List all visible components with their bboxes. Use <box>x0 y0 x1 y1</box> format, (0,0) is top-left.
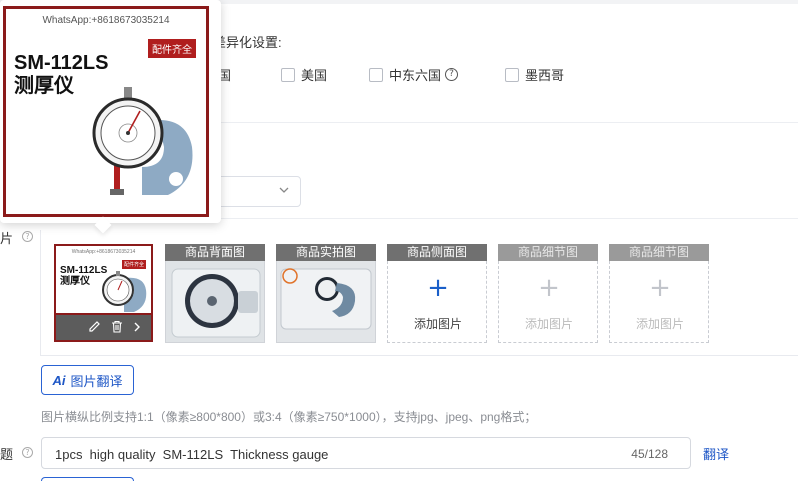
accessory-badge: 配件齐全 <box>148 39 196 58</box>
upload-dropzone[interactable]: + 添加图片 <box>387 261 487 343</box>
checkbox[interactable] <box>369 67 383 82</box>
diff-settings-label: 差异化设置: <box>213 35 282 50</box>
watermark-text: WhatsApp:+8618673035214 <box>71 249 136 255</box>
model-title: SM-112LS <box>14 52 109 74</box>
country-option-mexico[interactable]: 墨西哥 <box>505 65 564 84</box>
chevron-down-icon <box>279 185 289 198</box>
plus-icon: + <box>538 273 560 303</box>
ai-icon: Ai <box>52 372 66 388</box>
slot-label: 商品实拍图 <box>276 244 376 261</box>
slot-label: 商品侧面图 <box>387 244 487 261</box>
translate-link[interactable]: 翻译 <box>703 444 729 463</box>
watermark-text: WhatsApp:+8618673035214 <box>42 15 170 26</box>
country-label: 美国 <box>301 68 328 83</box>
checkbox[interactable] <box>281 67 295 82</box>
help-icon[interactable]: ? <box>22 447 33 458</box>
preview-image: WhatsApp:+8618673035214 配件齐全 SM-112LS 测厚… <box>3 6 209 217</box>
product-photo <box>276 261 376 343</box>
add-image-text: 添加图片 <box>524 317 573 331</box>
plus-icon: + <box>427 273 449 303</box>
image-slot-back[interactable]: 商品背面图 <box>165 244 265 343</box>
help-icon[interactable]: ? <box>445 68 459 81</box>
country-label: 墨西哥 <box>525 68 565 83</box>
image-preview-popup: WhatsApp:+8618673035214 配件齐全 SM-112LS 测厚… <box>0 0 221 223</box>
add-image-text: 添加图片 <box>635 317 684 331</box>
slot-label: 商品细节图 <box>498 244 598 261</box>
title-value: 1pcs high quality SM-112LS Thickness gau… <box>55 447 329 462</box>
images-field-label: 片 <box>0 231 14 246</box>
edit-icon[interactable] <box>88 320 101 336</box>
plus-icon: + <box>649 273 671 303</box>
image-slot-detail-1: 商品细节图 + 添加图片 <box>498 244 598 343</box>
country-option-middle-east[interactable]: 中东六国 ? <box>369 65 459 84</box>
upload-dropzone: + 添加图片 <box>609 261 709 343</box>
product-type: 测厚仪 <box>14 75 74 97</box>
checkbox[interactable] <box>505 67 519 82</box>
image-slot-side[interactable]: 商品侧面图 + 添加图片 <box>387 244 487 343</box>
gauge-illustration <box>92 87 193 195</box>
title-field-label: 题 <box>0 447 14 462</box>
thumbnail-toolbar <box>54 315 153 342</box>
add-image-text: 添加图片 <box>413 317 462 331</box>
gauge-illustration <box>102 271 147 312</box>
char-counter: 45/128 <box>631 447 668 461</box>
partial-button[interactable] <box>41 477 134 481</box>
chevron-right-icon[interactable] <box>133 320 141 336</box>
product-title-input[interactable]: 1pcs high quality SM-112LS Thickness gau… <box>41 437 691 469</box>
image-format-hint: 图片横纵比例支持1:1（像素≥800*800）或3:4（像素≥750*1000）… <box>41 410 537 424</box>
product-photo <box>165 261 265 343</box>
slot-label: 商品背面图 <box>165 244 265 261</box>
country-label: 中东六国 <box>389 68 442 83</box>
image-translate-button[interactable]: Ai 图片翻译 <box>41 365 134 395</box>
slot-label: 商品细节图 <box>609 244 709 261</box>
upload-dropzone: + 添加图片 <box>498 261 598 343</box>
trash-icon[interactable] <box>111 320 123 336</box>
main-image-thumbnail[interactable]: WhatsApp:+8618673035214 配件齐全 SM-112LS 测厚… <box>54 244 153 315</box>
country-option-usa[interactable]: 美国 <box>281 65 327 84</box>
button-label: 图片翻译 <box>70 373 123 389</box>
image-slot-real[interactable]: 商品实拍图 <box>276 244 376 343</box>
help-icon[interactable]: ? <box>22 231 33 242</box>
image-slot-detail-2: 商品细节图 + 添加图片 <box>609 244 709 343</box>
